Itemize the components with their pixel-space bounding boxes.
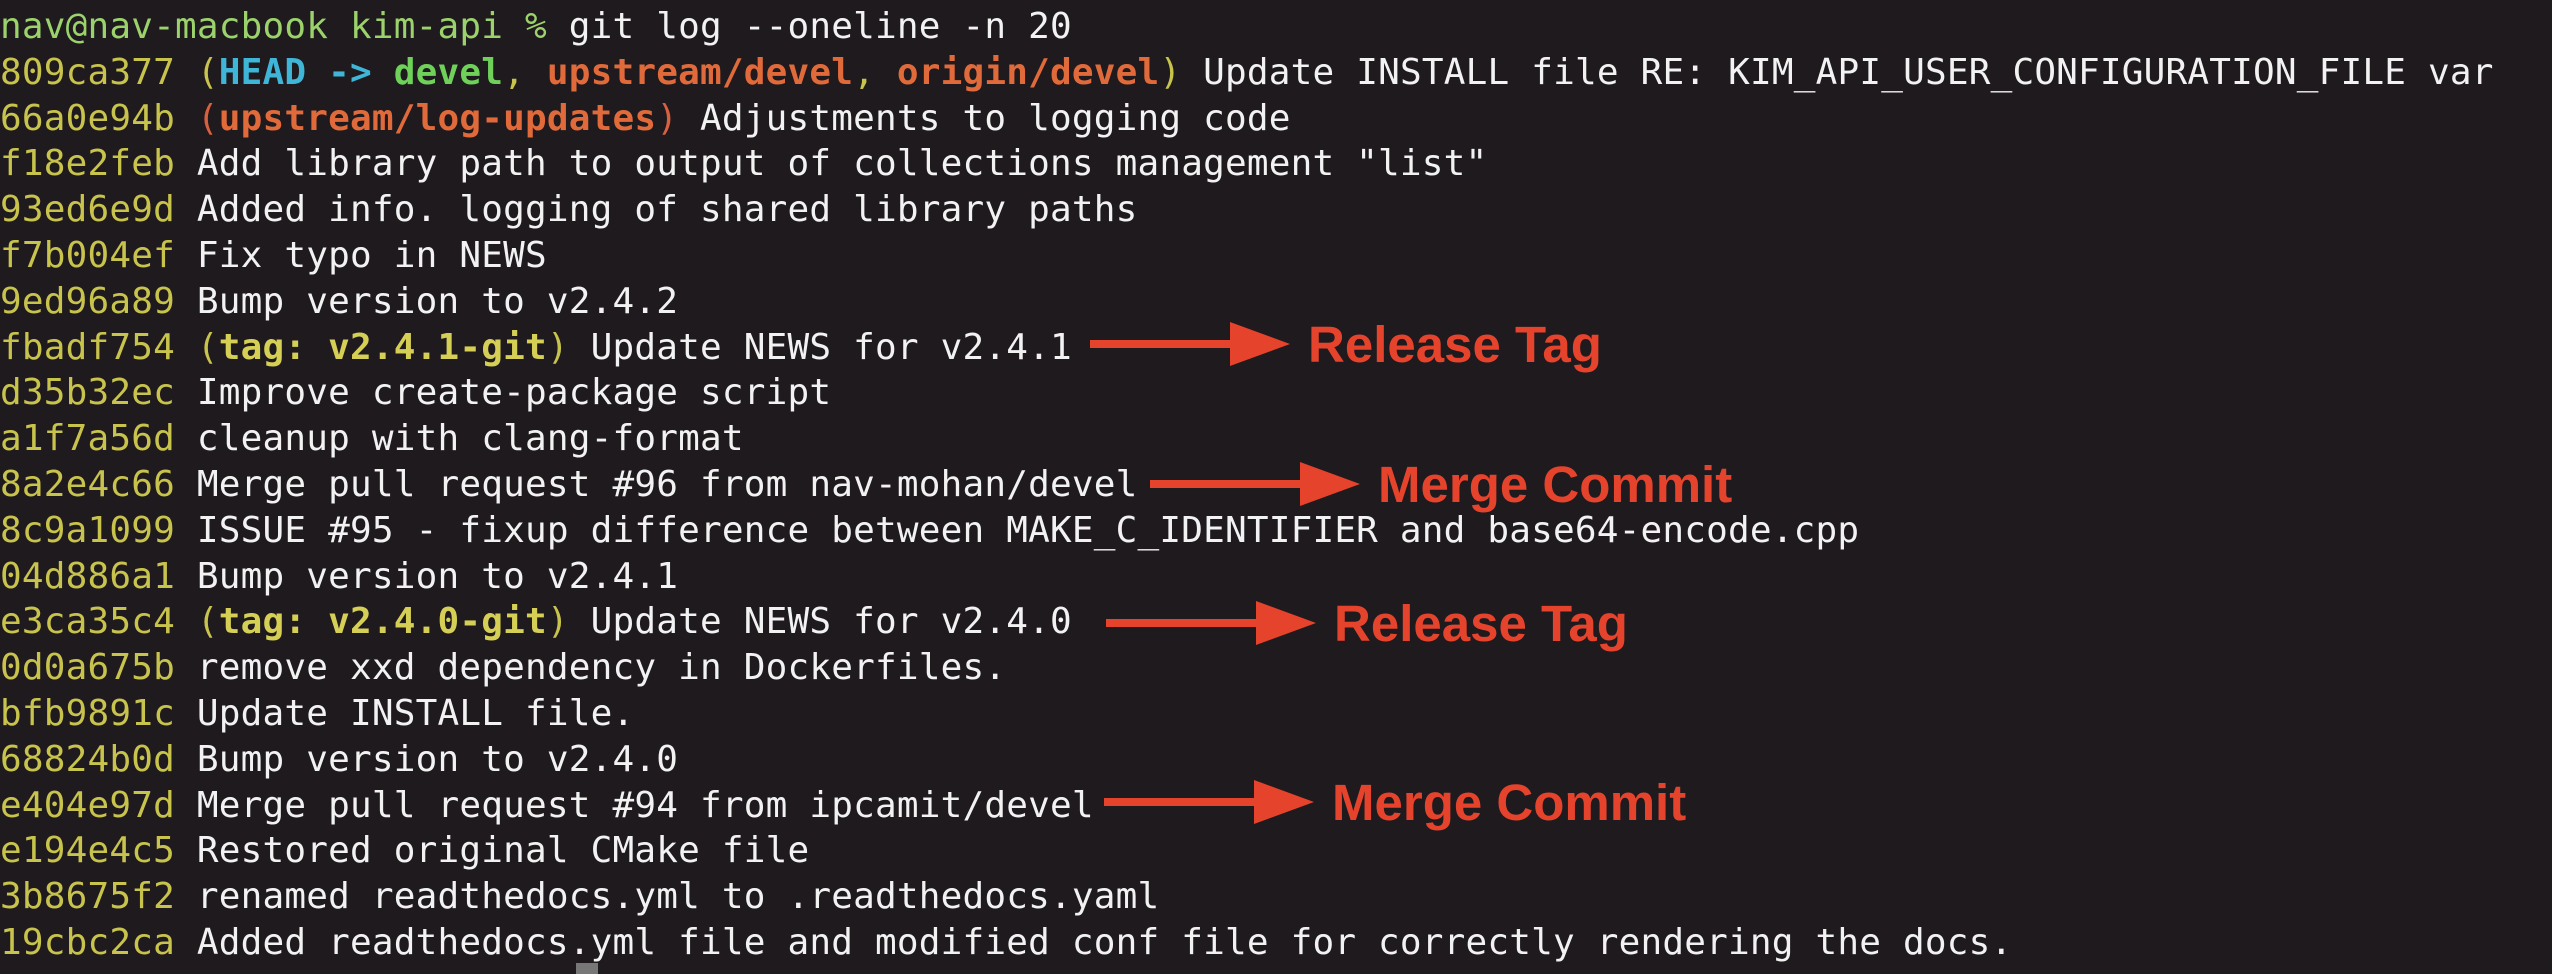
commit-message: Update INSTALL file RE: KIM_API_USER_CON… bbox=[1181, 51, 2494, 93]
commit-hash: 8c9a1099 bbox=[0, 509, 175, 551]
upstream-branch: upstream/devel bbox=[546, 51, 854, 93]
commit-line: 19cbc2ca Added readthedocs.yml file and … bbox=[0, 920, 2552, 966]
refs-open: ( bbox=[196, 601, 219, 643]
annotation-label: Merge Commit bbox=[1378, 455, 1733, 513]
commit-message: Fix typo in NEWS bbox=[175, 234, 547, 276]
commit-hash: 04d886a1 bbox=[0, 555, 175, 597]
commit-line: bfb9891c Update INSTALL file. bbox=[0, 691, 2552, 737]
annotation-label: Release Tag bbox=[1308, 315, 1602, 373]
commit-message: Adjustments to logging code bbox=[678, 97, 1291, 139]
ref-separator: , bbox=[503, 51, 547, 93]
commit-hash: 9ed96a89 bbox=[0, 280, 175, 322]
upstream-branch: upstream/log-updates bbox=[218, 97, 657, 139]
arrow-right-icon bbox=[1150, 462, 1360, 506]
annotation-label: Merge Commit bbox=[1332, 773, 1687, 831]
commit-message: Merge pull request #96 from nav-mohan/de… bbox=[175, 463, 1138, 505]
commit-hash: d35b32ec bbox=[0, 372, 175, 414]
terminal-cursor bbox=[576, 963, 598, 974]
release-tag: tag: v2.4.1-git bbox=[218, 326, 547, 368]
commit-hash: 3b8675f2 bbox=[0, 876, 175, 918]
commit-message: ISSUE #95 - fixup difference between MAK… bbox=[175, 509, 1860, 551]
commit-message: Added readthedocs.yml file and modified … bbox=[175, 921, 2013, 963]
shell-command: git log --oneline -n 20 bbox=[568, 6, 1072, 47]
arrow-right-icon bbox=[1104, 780, 1314, 824]
refs-open: ( bbox=[196, 51, 219, 93]
commit-message: Bump version to v2.4.1 bbox=[175, 555, 679, 597]
commit-message: remove xxd dependency in Dockerfiles. bbox=[175, 647, 1007, 689]
commit-line: 8c9a1099 ISSUE #95 - fixup difference be… bbox=[0, 508, 2552, 554]
shell-prompt: nav@nav-macbook kim-api % bbox=[0, 6, 569, 47]
annotation-merge-commit: Merge Commit bbox=[1104, 772, 1686, 832]
commit-hash: e3ca35c4 bbox=[0, 601, 175, 643]
commit-hash: f18e2feb bbox=[0, 143, 175, 185]
commit-line: 93ed6e9d Added info. logging of shared l… bbox=[0, 187, 2552, 233]
arrow-right-icon bbox=[1090, 322, 1290, 366]
refs-open: ( bbox=[196, 326, 219, 368]
annotation-merge-commit: Merge Commit bbox=[1150, 454, 1732, 514]
commit-line: f18e2feb Add library path to output of c… bbox=[0, 141, 2552, 187]
commit-hash: e194e4c5 bbox=[0, 830, 175, 872]
local-branch: devel bbox=[393, 51, 504, 93]
refs-close: ) bbox=[546, 326, 569, 368]
commit-message: Added info. logging of shared library pa… bbox=[175, 189, 1138, 231]
annotation-label: Release Tag bbox=[1334, 594, 1628, 652]
annotation-release-tag: Release Tag bbox=[1106, 593, 1628, 653]
commit-message: Merge pull request #94 from ipcamit/deve… bbox=[175, 784, 1094, 826]
commit-message: Bump version to v2.4.2 bbox=[175, 280, 679, 322]
commit-hash: 93ed6e9d bbox=[0, 189, 175, 231]
commit-hash: 809ca377 bbox=[0, 51, 175, 93]
commit-message: Update NEWS for v2.4.0 bbox=[568, 601, 1072, 643]
commit-message: Update NEWS for v2.4.1 bbox=[568, 326, 1072, 368]
terminal-window[interactable]: nav@nav-macbook kim-api % git log --onel… bbox=[0, 0, 2552, 974]
commit-line: e194e4c5 Restored original CMake file bbox=[0, 828, 2552, 874]
refs-close: ) bbox=[546, 601, 569, 643]
commit-line: 66a0e94b (upstream/log-updates) Adjustme… bbox=[0, 96, 2552, 142]
head-arrow: -> bbox=[306, 51, 394, 93]
refs-open: ( bbox=[196, 97, 219, 139]
ref-separator: , bbox=[853, 51, 897, 93]
commit-message: cleanup with clang-format bbox=[175, 418, 744, 460]
commit-hash: e404e97d bbox=[0, 784, 175, 826]
annotation-release-tag: Release Tag bbox=[1090, 314, 1602, 374]
commit-hash: 68824b0d bbox=[0, 738, 175, 780]
commit-message: renamed readthedocs.yml to .readthedocs.… bbox=[175, 876, 1160, 918]
commit-hash: 66a0e94b bbox=[0, 97, 175, 139]
release-tag: tag: v2.4.0-git bbox=[218, 601, 547, 643]
commit-message: Add library path to output of collection… bbox=[175, 143, 1488, 185]
commit-hash: bfb9891c bbox=[0, 692, 175, 734]
commit-message: Restored original CMake file bbox=[175, 830, 810, 872]
commit-hash: 8a2e4c66 bbox=[0, 463, 175, 505]
prompt-line: nav@nav-macbook kim-api % git log --onel… bbox=[0, 4, 2552, 50]
commit-hash: 0d0a675b bbox=[0, 647, 175, 689]
commit-line: f7b004ef Fix typo in NEWS bbox=[0, 233, 2552, 279]
commit-hash: a1f7a56d bbox=[0, 418, 175, 460]
commit-message: Update INSTALL file. bbox=[175, 692, 635, 734]
refs-close: ) bbox=[656, 97, 679, 139]
commit-hash: f7b004ef bbox=[0, 234, 175, 276]
commit-hash: 19cbc2ca bbox=[0, 921, 175, 963]
origin-branch: origin/devel bbox=[896, 51, 1160, 93]
commit-line: d35b32ec Improve create-package script bbox=[0, 370, 2552, 416]
commit-hash: fbadf754 bbox=[0, 326, 175, 368]
commit-line: 809ca377 (HEAD -> devel, upstream/devel,… bbox=[0, 50, 2552, 96]
arrow-right-icon bbox=[1106, 601, 1316, 645]
commit-message: Bump version to v2.4.0 bbox=[175, 738, 679, 780]
head-ref: HEAD bbox=[218, 51, 307, 93]
commit-message: Improve create-package script bbox=[175, 372, 832, 414]
commit-line: 3b8675f2 renamed readthedocs.yml to .rea… bbox=[0, 874, 2552, 920]
refs-close: ) bbox=[1159, 51, 1182, 93]
